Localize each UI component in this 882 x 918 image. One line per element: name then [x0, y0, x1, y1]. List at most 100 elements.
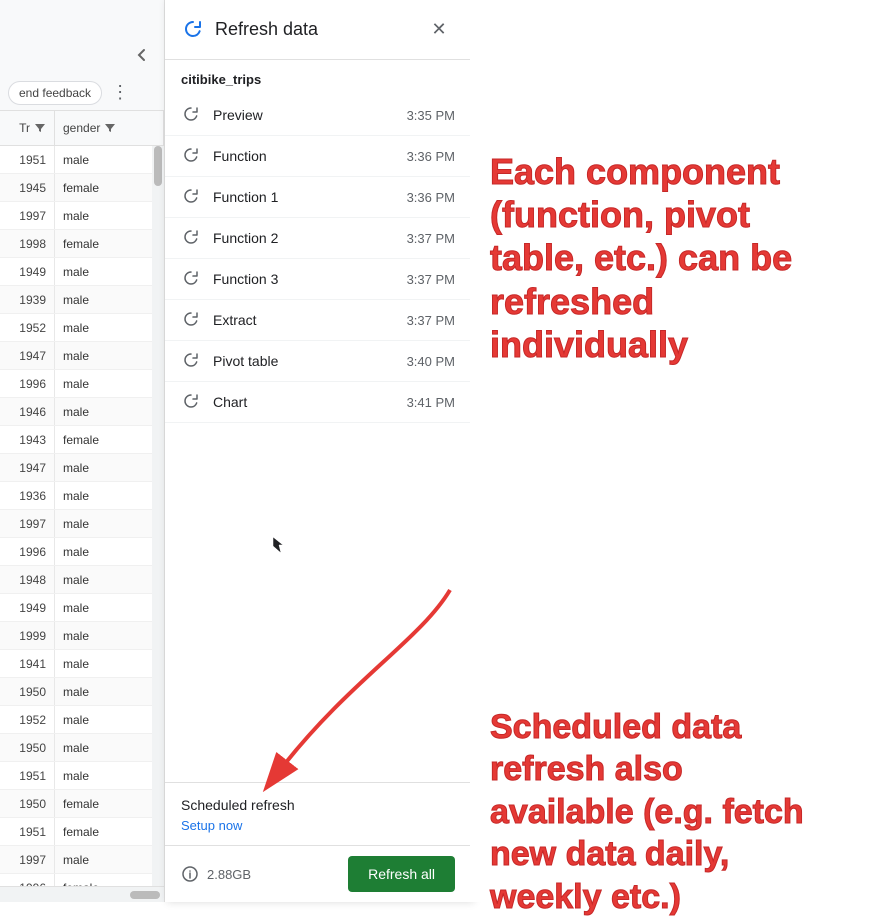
item-time: 3:37 PM	[407, 231, 455, 246]
gender-cell: male	[55, 342, 164, 369]
gender-cell: male	[55, 734, 164, 761]
close-icon: ✕	[431, 19, 446, 40]
table-row: 1948 male	[0, 566, 164, 594]
panel-list-item[interactable]: Pivot table 3:40 PM	[165, 341, 471, 382]
gender-cell: female	[55, 426, 164, 453]
refresh-item-icon	[181, 187, 201, 207]
refresh-item-icon	[181, 392, 201, 412]
gender-cell: male	[55, 706, 164, 733]
table-row: 1949 male	[0, 258, 164, 286]
table-header: Tr gender	[0, 110, 164, 146]
item-time: 3:36 PM	[407, 190, 455, 205]
year-cell: 1951	[0, 146, 55, 173]
item-name: Pivot table	[213, 353, 407, 369]
year-cell: 1950	[0, 790, 55, 817]
filter-icon[interactable]	[34, 122, 46, 134]
annotation-text-2: Scheduled datarefresh alsoavailable (e.g…	[490, 706, 862, 918]
item-time: 3:37 PM	[407, 313, 455, 328]
setup-now-link[interactable]: Setup now	[181, 818, 242, 833]
table-row: 1997 male	[0, 846, 164, 874]
gender-cell: male	[55, 846, 164, 873]
table-rows: 1951 male 1945 female 1997 male 1998 fem…	[0, 146, 164, 902]
gender-cell: male	[55, 650, 164, 677]
more-options-icon[interactable]: ⋮	[110, 83, 130, 103]
panel-title: Refresh data	[215, 19, 423, 40]
year-cell: 1950	[0, 678, 55, 705]
panel-header: Refresh data ✕	[165, 0, 471, 60]
table-row: 1939 male	[0, 286, 164, 314]
item-time: 3:41 PM	[407, 395, 455, 410]
gender-cell: male	[55, 314, 164, 341]
gender-cell: male	[55, 762, 164, 789]
refresh-icon	[181, 18, 205, 42]
year-cell: 1998	[0, 230, 55, 257]
panel-list-item[interactable]: Function 2 3:37 PM	[165, 218, 471, 259]
refresh-item-icon	[181, 228, 201, 248]
table-row: 1950 male	[0, 678, 164, 706]
table-area: end feedback ⋮ Tr gender 1951 male 1945 …	[0, 0, 165, 902]
year-cell: 1939	[0, 286, 55, 313]
panel-list-item[interactable]: Function 3:36 PM	[165, 136, 471, 177]
year-cell: 1996	[0, 370, 55, 397]
table-row: 1998 female	[0, 230, 164, 258]
refresh-all-button[interactable]: Refresh all	[348, 856, 455, 892]
gender-cell: male	[55, 482, 164, 509]
year-cell: 1936	[0, 482, 55, 509]
feedback-button[interactable]: end feedback	[8, 81, 102, 105]
table-row: 1949 male	[0, 594, 164, 622]
year-cell: 1948	[0, 566, 55, 593]
year-cell: 1949	[0, 594, 55, 621]
info-icon	[181, 865, 199, 883]
feedback-bar: end feedback ⋮	[0, 75, 165, 111]
panel-list-item[interactable]: Function 3 3:37 PM	[165, 259, 471, 300]
panel-list-item[interactable]: Extract 3:37 PM	[165, 300, 471, 341]
item-time: 3:35 PM	[407, 108, 455, 123]
table-row: 1997 male	[0, 510, 164, 538]
panel-list-item[interactable]: Preview 3:35 PM	[165, 95, 471, 136]
gender-cell: female	[55, 174, 164, 201]
panel-list-item[interactable]: Chart 3:41 PM	[165, 382, 471, 423]
item-name: Function 2	[213, 230, 407, 246]
year-cell: 1941	[0, 650, 55, 677]
gender-cell: male	[55, 370, 164, 397]
table-row: 1943 female	[0, 426, 164, 454]
vertical-scrollbar[interactable]	[152, 146, 164, 886]
year-cell: 1949	[0, 258, 55, 285]
year-cell: 1951	[0, 818, 55, 845]
horizontal-scrollbar[interactable]	[0, 886, 164, 902]
item-time: 3:40 PM	[407, 354, 455, 369]
table-row: 1997 male	[0, 202, 164, 230]
table-row: 1947 male	[0, 342, 164, 370]
year-cell: 1997	[0, 510, 55, 537]
scrollbar-thumb[interactable]	[154, 146, 162, 186]
h-scroll-thumb	[130, 891, 160, 899]
table-row: 1951 female	[0, 818, 164, 846]
year-cell: 1996	[0, 538, 55, 565]
gender-cell: male	[55, 594, 164, 621]
item-name: Function	[213, 148, 407, 164]
annotation-text-1: Each component(function, pivottable, etc…	[490, 150, 862, 366]
table-row: 1996 male	[0, 370, 164, 398]
item-name: Chart	[213, 394, 407, 410]
arrow-annotation	[200, 580, 480, 800]
year-cell: 1997	[0, 202, 55, 229]
close-button[interactable]: ✕	[423, 14, 455, 46]
year-cell: 1999	[0, 622, 55, 649]
gender-cell: male	[55, 678, 164, 705]
table-row: 1950 female	[0, 790, 164, 818]
table-row: 1951 male	[0, 146, 164, 174]
refresh-item-icon	[181, 310, 201, 330]
gender-cell: male	[55, 258, 164, 285]
item-name: Function 1	[213, 189, 407, 205]
item-time: 3:36 PM	[407, 149, 455, 164]
filter-icon-2[interactable]	[104, 122, 116, 134]
year-cell: 1951	[0, 762, 55, 789]
panel-footer: Scheduled refresh Setup now 2.88GB Refre…	[165, 782, 471, 902]
panel-list-item[interactable]: Function 1 3:36 PM	[165, 177, 471, 218]
collapse-button[interactable]	[130, 43, 154, 67]
gender-cell: female	[55, 790, 164, 817]
year-cell: 1945	[0, 174, 55, 201]
col-gender-header: gender	[55, 110, 164, 145]
annotation-area: Each component(function, pivottable, etc…	[470, 0, 882, 902]
year-cell: 1947	[0, 342, 55, 369]
